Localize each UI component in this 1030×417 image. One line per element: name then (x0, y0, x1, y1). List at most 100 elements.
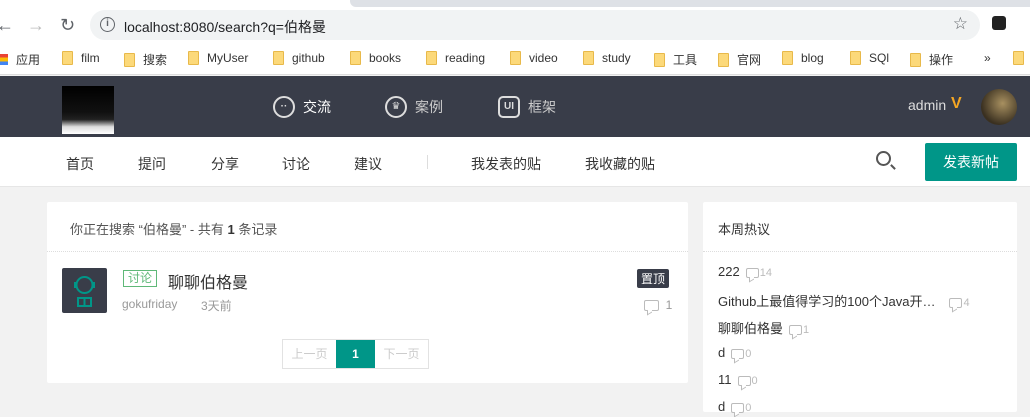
site-logo[interactable] (62, 86, 114, 134)
new-post-button[interactable]: 发表新帖 (925, 143, 1017, 181)
author-avatar[interactable] (62, 268, 107, 313)
hot-topics-title: 本周热议 (703, 202, 1017, 252)
post-author[interactable]: gokufriday (122, 297, 177, 311)
bookmark-label: 应用 (16, 53, 41, 67)
hot-item[interactable]: 222 14 (718, 264, 772, 279)
search-results-card: 你正在搜索 “伯格曼” - 共有 1 条记录 讨论 聊聊伯格曼 gokufrid… (47, 202, 688, 383)
post-title[interactable]: 聊聊伯格曼 (168, 269, 248, 293)
bookmark-label: 操作 (929, 53, 954, 67)
hot-item-title[interactable]: d (718, 345, 725, 360)
subnav-my-favorites[interactable]: 我收藏的贴 (585, 154, 655, 174)
hot-item-title[interactable]: 11 (718, 372, 732, 387)
username[interactable]: admin (908, 97, 946, 113)
bookmark-label: SQl (869, 51, 890, 65)
hot-item-count: 4 (963, 297, 970, 309)
bookmark-label: github (292, 51, 325, 65)
tab-strip (0, 0, 1030, 7)
subnav-suggest[interactable]: 建议 (354, 154, 382, 174)
bookmark-label: film (81, 51, 100, 65)
hot-item[interactable]: d0 (718, 345, 751, 360)
url-text[interactable]: localhost:8080/search?q=伯格曼 (124, 17, 326, 37)
bookmark[interactable]: books (350, 51, 401, 65)
nav-framework[interactable]: UI 框架 (498, 96, 556, 118)
nav-label: 框架 (528, 99, 556, 115)
hot-item-count: 0 (745, 348, 752, 360)
folder-icon (583, 51, 594, 65)
page-1-button[interactable]: 1 (336, 340, 375, 368)
nav-cases[interactable]: ♛ 案例 (385, 96, 443, 118)
bookmark[interactable]: video (510, 51, 558, 65)
bookmark[interactable]: 搜索 (124, 51, 167, 68)
search-query: 伯格曼 (142, 222, 182, 237)
bookmark[interactable] (1013, 51, 1024, 65)
folder-icon (350, 51, 361, 65)
bookmark-label: books (369, 51, 402, 65)
bookmark[interactable]: study (583, 51, 631, 65)
folder-icon (782, 51, 793, 65)
reload-icon[interactable]: ↻ (60, 15, 75, 36)
hot-item-title[interactable]: 222 (718, 264, 740, 279)
hot-item-count: 0 (745, 402, 752, 414)
hot-item[interactable]: 11 0 (718, 372, 758, 387)
chat-icon: ·· (273, 96, 295, 118)
search-icon[interactable] (876, 151, 891, 166)
comment-icon (731, 348, 745, 359)
avatar[interactable] (981, 89, 1017, 125)
nav-chat[interactable]: ·· 交流 (273, 96, 331, 118)
folder-icon (654, 52, 665, 67)
subnav-share[interactable]: 分享 (211, 154, 239, 174)
apps-icon (0, 54, 8, 65)
info-icon[interactable]: i (100, 17, 115, 32)
prev-page-button[interactable]: 上一页 (283, 340, 336, 368)
bookmark[interactable]: film (62, 51, 100, 65)
subnav-my-posts[interactable]: 我发表的贴 (471, 154, 541, 174)
bookmark-label: video (529, 51, 558, 65)
folder-icon (510, 51, 521, 65)
bookmark-label: 搜索 (143, 53, 168, 67)
summary-text: ” - 共有 (181, 222, 228, 237)
comment-icon (737, 375, 751, 386)
bookmark-apps[interactable]: 应用 (0, 51, 40, 68)
bookmark-label: study (602, 51, 631, 65)
subnav-discuss[interactable]: 讨论 (282, 154, 310, 174)
folder-icon (273, 51, 284, 65)
back-icon[interactable]: ← (0, 15, 14, 36)
bookmark-label: 工具 (673, 53, 698, 67)
subnav-question[interactable]: 提问 (138, 154, 166, 174)
bookmark-label: blog (801, 51, 824, 65)
bookmark-label: reading (445, 51, 486, 65)
hot-item[interactable]: d0 (718, 399, 751, 414)
subnav-home[interactable]: 首页 (66, 154, 94, 174)
hot-item-title[interactable]: 聊聊伯格曼 (718, 321, 783, 336)
browser-toolbar: ← → ↻ i localhost:8080/search?q=伯格曼 ☆ (0, 7, 1030, 43)
address-bar[interactable]: i localhost:8080/search?q=伯格曼 ☆ (90, 10, 980, 40)
hot-item-title[interactable]: Github上最值得学习的100个Java开… (718, 294, 935, 309)
comment-icon (644, 300, 659, 312)
bookmark[interactable]: MyUser (188, 51, 248, 65)
forward-icon[interactable]: → (27, 15, 45, 36)
bookmarks-overflow[interactable]: » (984, 51, 991, 65)
bookmark[interactable]: 官网 (718, 51, 761, 68)
bookmark[interactable]: 操作 (910, 51, 953, 68)
hot-item[interactable]: 聊聊伯格曼 1 (718, 318, 809, 337)
bookmark[interactable]: 工具 (654, 51, 697, 68)
hot-item[interactable]: Github上最值得学习的100个Java开… 4 (718, 291, 970, 310)
post-time: 3天前 (201, 299, 232, 313)
sub-nav: 首页 提问 分享 讨论 建议 我发表的贴 我收藏的贴 (0, 137, 1030, 187)
bookmark-label: 官网 (737, 53, 762, 67)
comment-icon (731, 402, 745, 413)
comment-icon (949, 297, 963, 308)
extension-icon[interactable] (992, 16, 1006, 30)
bookmark[interactable]: reading (426, 51, 485, 65)
folder-icon (850, 51, 861, 65)
bookmark[interactable]: blog (782, 51, 824, 65)
hot-item-title[interactable]: d (718, 399, 725, 414)
category-tag[interactable]: 讨论 (123, 270, 158, 287)
bookmark[interactable]: github (273, 51, 325, 65)
bookmark-label: MyUser (207, 51, 249, 65)
bookmark[interactable]: SQl (850, 51, 889, 65)
overflow-label: » (984, 51, 991, 65)
next-page-button[interactable]: 下一页 (375, 340, 428, 368)
star-icon[interactable]: ☆ (953, 14, 968, 34)
hot-topics-card: 本周热议 222 14 Github上最值得学习的100个Java开… 4 聊聊伯格… (703, 202, 1017, 414)
